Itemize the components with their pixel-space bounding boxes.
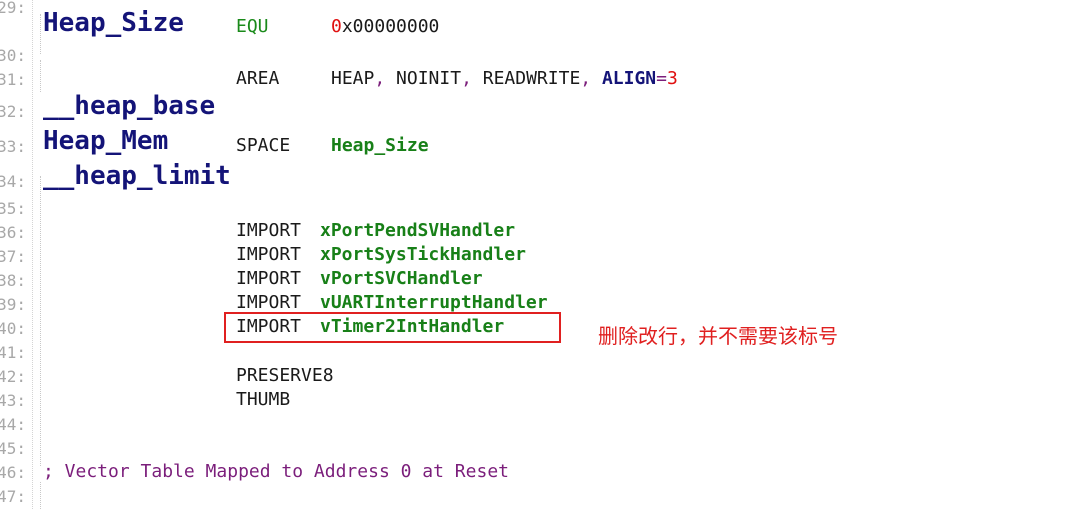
align-keyword: ALIGN — [591, 68, 657, 89]
line-number: 30: — [0, 46, 26, 65]
equ-value: 0x00000000 — [331, 16, 439, 37]
line-number: 40: — [0, 319, 26, 338]
line-number: 39: — [0, 295, 26, 314]
line-number: 29: — [0, 0, 26, 17]
heap-mem-label: Heap_Mem — [43, 126, 169, 156]
line-number: 31: — [0, 70, 26, 89]
heap-base-label: __heap_base — [43, 91, 216, 121]
import-keyword: IMPORT — [236, 244, 302, 265]
line-number: 43: — [0, 391, 26, 410]
import-symbol: xPortSysTickHandler — [320, 244, 526, 265]
line-number: 34: — [0, 172, 26, 191]
thumb-directive: THUMB — [236, 389, 291, 410]
import-keyword: IMPORT — [236, 268, 302, 289]
line-number: 36: — [0, 223, 26, 242]
line-number: 47: — [0, 487, 26, 506]
equ-value-prefix: 0 — [331, 16, 342, 37]
comment-text: ; Vector Table Mapped to Address 0 at Re… — [43, 461, 509, 482]
space-keyword: SPACE — [236, 135, 291, 156]
code-editor[interactable]: 29: 30: 31: 32: 33: 34: 35: 36: 37: 38: … — [0, 0, 1078, 509]
readwrite-attr: READWRITE — [471, 68, 581, 89]
equ-value-rest: x00000000 — [341, 16, 440, 37]
preserve-directive: PRESERVE8 — [236, 365, 334, 386]
fold-guide — [40, 14, 41, 54]
area-name: HEAP — [331, 68, 375, 89]
line-number: 33: — [0, 137, 26, 156]
line-number: 46: — [0, 463, 26, 482]
line-number: 35: — [0, 199, 26, 218]
import-keyword: IMPORT — [236, 292, 302, 313]
line-number: 32: — [0, 102, 26, 121]
area-keyword: AREA — [236, 68, 280, 89]
highlight-box — [224, 312, 561, 343]
area-args: HEAP, NOINIT, READWRITE, ALIGN=3 — [331, 68, 678, 89]
comma: , — [374, 68, 386, 89]
line-number: 37: — [0, 247, 26, 266]
import-symbol: vUARTInterruptHandler — [320, 292, 548, 313]
line-number: 44: — [0, 415, 26, 434]
heap-size-label: Heap_Size — [43, 8, 184, 38]
align-equals: = — [656, 68, 667, 89]
noinit-attr: NOINIT — [385, 68, 462, 89]
space-arg: Heap_Size — [331, 135, 429, 156]
line-number: 42: — [0, 367, 26, 386]
line-number: 38: — [0, 271, 26, 290]
import-keyword: IMPORT — [236, 220, 302, 241]
align-value: 3 — [667, 68, 678, 89]
comma: , — [580, 68, 592, 89]
line-number: 41: — [0, 343, 26, 362]
comma: , — [461, 68, 472, 89]
import-symbol: xPortPendSVHandler — [320, 220, 516, 241]
heap-limit-label: __heap_limit — [43, 161, 231, 191]
fold-guide — [40, 60, 41, 92]
gutter-divider — [32, 0, 33, 509]
line-number: 45: — [0, 439, 26, 458]
equ-keyword: EQU — [236, 16, 269, 37]
import-symbol: vPortSVCHandler — [320, 268, 483, 289]
annotation-note: 删除改行，并不需要该标号 — [598, 324, 838, 348]
fold-guide — [40, 482, 41, 509]
fold-guide — [40, 176, 41, 466]
